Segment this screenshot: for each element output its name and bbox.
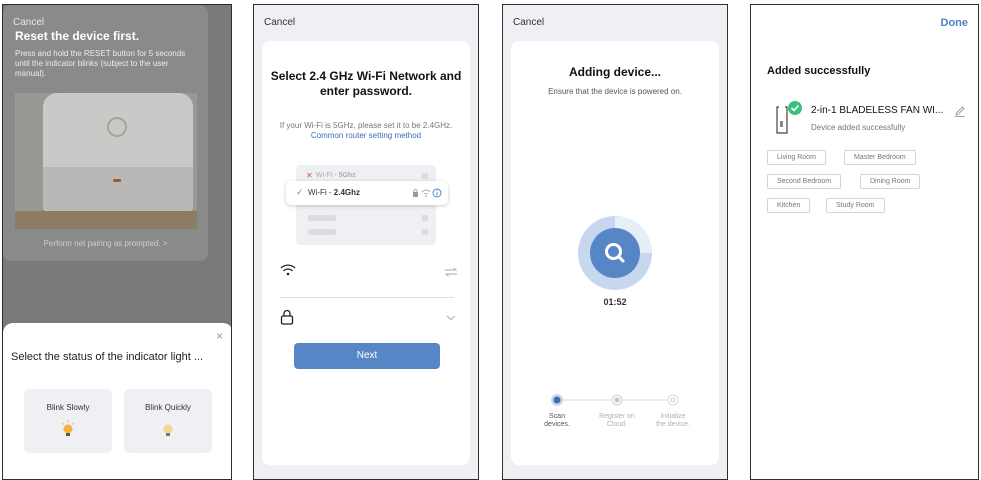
cross-icon: ✕ bbox=[306, 171, 313, 180]
power-icon bbox=[107, 117, 127, 137]
chevron-down-icon[interactable] bbox=[446, 315, 456, 321]
screen-adding-device: Cancel Adding device... Ensure that the … bbox=[502, 4, 728, 480]
wifi-24g-label: Wi-Fi - 2.4Ghz bbox=[308, 188, 360, 197]
reset-instructions: Press and hold the RESET button for 5 se… bbox=[15, 49, 186, 78]
close-icon[interactable]: × bbox=[216, 329, 223, 343]
wifi-band: 2.4Ghz bbox=[333, 188, 360, 197]
room-chip[interactable]: Master Bedroom bbox=[844, 150, 916, 165]
adding-card: Adding device... Ensure that the device … bbox=[511, 41, 719, 465]
swap-icon[interactable] bbox=[444, 267, 458, 277]
wifi-24g-row: ✓ Wi-Fi - 2.4Ghz bbox=[286, 181, 448, 205]
done-button[interactable]: Done bbox=[941, 17, 969, 29]
bulb-icon bbox=[161, 420, 175, 443]
room-chip[interactable]: Study Room bbox=[826, 198, 885, 213]
cancel-button[interactable]: Cancel bbox=[264, 17, 295, 28]
wifi-band: 5Ghz bbox=[338, 172, 356, 179]
blink-slowly-option[interactable]: Blink Slowly bbox=[24, 389, 112, 453]
step-line: Initialize bbox=[660, 413, 686, 420]
fan-device-icon bbox=[776, 101, 802, 134]
page-title: Added successfully bbox=[767, 65, 871, 77]
sheet-title: Select the status of the indicator light… bbox=[11, 351, 203, 363]
indicator-status-sheet: × Select the status of the indicator lig… bbox=[3, 323, 231, 479]
check-icon: ✓ bbox=[296, 187, 304, 197]
room-chip[interactable]: Living Room bbox=[767, 150, 826, 165]
step-line: Register on bbox=[599, 413, 635, 420]
step-line: Cloud. bbox=[606, 421, 628, 428]
step-scan-label: Scan devices. bbox=[532, 413, 582, 429]
scanning-spinner bbox=[578, 216, 652, 290]
screen-reset-device: Cancel Reset the device first. Press and… bbox=[2, 4, 232, 480]
signal-icon bbox=[422, 215, 428, 221]
option-label: Blink Quickly bbox=[145, 403, 191, 412]
field-divider bbox=[280, 297, 454, 298]
device-status: Device added successfully bbox=[811, 123, 906, 132]
wifi-prefix: Wi-Fi - bbox=[316, 172, 339, 179]
page-title: Adding device... bbox=[568, 65, 661, 79]
room-chip[interactable]: Kitchen bbox=[767, 198, 811, 213]
device-name: 2-in-1 BLADELESS FAN WI... bbox=[811, 105, 944, 116]
room-chip[interactable]: Second Bedroom bbox=[767, 174, 842, 189]
bulb-lit-icon bbox=[61, 420, 75, 443]
lock-icon bbox=[280, 309, 294, 325]
step-line: devices. bbox=[544, 421, 570, 428]
step-initialize-label: Initialize the device. bbox=[648, 413, 698, 429]
device-base bbox=[43, 167, 193, 211]
option-label: Blink Slowly bbox=[46, 403, 90, 412]
indicator-led bbox=[113, 179, 121, 182]
wifi-card: Select 2.4 GHz Wi-Fi Network and enter p… bbox=[262, 41, 470, 465]
device-photo bbox=[15, 93, 197, 229]
cancel-button[interactable]: Cancel bbox=[13, 17, 44, 28]
edit-icon[interactable] bbox=[954, 105, 966, 117]
step-register-label: Register on Cloud. bbox=[592, 413, 642, 429]
note-text: If your Wi-Fi is 5GHz, please set it to … bbox=[279, 121, 453, 130]
screen-added-successfully: Done Added successfully 2-in-1 BLADELESS… bbox=[750, 4, 979, 480]
lock-wifi-info-icon bbox=[413, 188, 442, 198]
step-line: the device. bbox=[656, 421, 690, 428]
placeholder-bar bbox=[308, 229, 336, 235]
placeholder-bar bbox=[308, 215, 336, 221]
wifi-icon bbox=[280, 264, 296, 276]
wifi-5g-label: Wi-Fi - 5Ghz bbox=[316, 172, 356, 179]
router-method-link[interactable]: Common router setting method bbox=[311, 131, 421, 140]
power-hint: Ensure that the device is powered on. bbox=[548, 87, 682, 96]
reset-card: Reset the device first. Press and hold t… bbox=[3, 5, 208, 261]
stage: Cancel Reset the device first. Press and… bbox=[0, 0, 981, 480]
signal-icon bbox=[422, 229, 428, 235]
wifi-prefix: Wi-Fi - bbox=[308, 188, 334, 197]
page-title: Reset the device first. bbox=[15, 29, 140, 43]
wifi-illustration: ✕ Wi-Fi - 5Ghz bbox=[296, 165, 436, 245]
blink-quickly-option[interactable]: Blink Quickly bbox=[124, 389, 212, 453]
floor bbox=[15, 211, 197, 229]
screen-wifi-setup: Cancel Select 2.4 GHz Wi-Fi Network and … bbox=[253, 4, 479, 480]
cancel-button[interactable]: Cancel bbox=[513, 17, 544, 28]
progress-steps bbox=[551, 394, 679, 406]
countdown-timer: 01:52 bbox=[603, 297, 627, 307]
page-title: Select 2.4 GHz Wi-Fi Network and enter p… bbox=[270, 69, 462, 98]
wifi-note: If your Wi-Fi is 5GHz, please set it to … bbox=[274, 121, 458, 141]
signal-icon bbox=[422, 173, 428, 179]
next-button[interactable]: Next bbox=[294, 343, 440, 369]
net-pairing-link[interactable]: Perform net pairing as prompted. > bbox=[3, 239, 208, 248]
room-chip[interactable]: Dining Room bbox=[860, 174, 921, 189]
step-line: Scan bbox=[549, 413, 565, 420]
